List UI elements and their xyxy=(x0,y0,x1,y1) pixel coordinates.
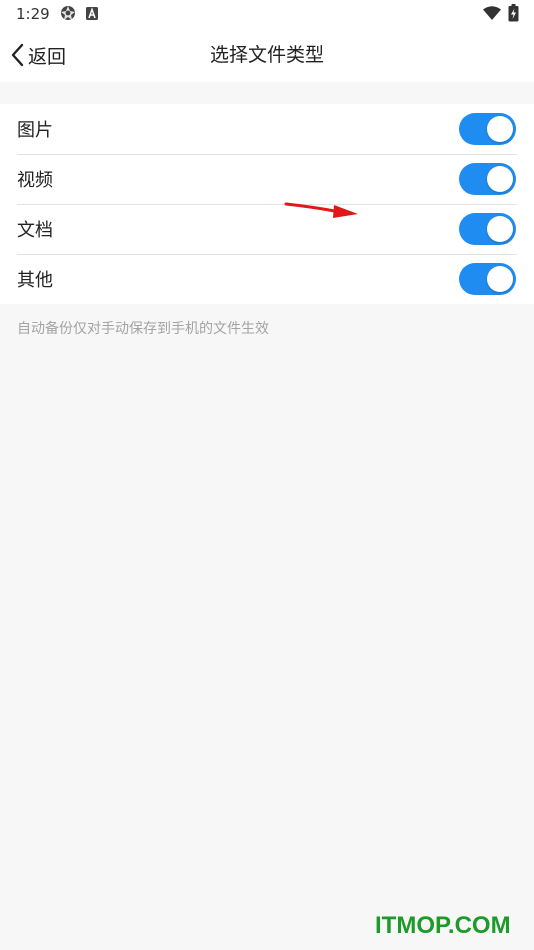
videos-toggle[interactable] xyxy=(459,163,516,195)
chevron-left-icon xyxy=(11,43,24,67)
setting-label: 图片 xyxy=(17,120,53,141)
setting-label: 文档 xyxy=(17,220,53,241)
back-label: 返回 xyxy=(28,45,67,68)
status-bar: 1:29 xyxy=(0,0,534,28)
wifi-icon xyxy=(483,6,501,20)
setting-row-documents: 文档 xyxy=(0,204,534,254)
annotation-arrow-icon xyxy=(284,202,358,218)
page-title: 选择文件类型 xyxy=(209,44,324,66)
toggle-knob xyxy=(487,266,513,292)
status-time: 1:29 xyxy=(16,5,50,23)
setting-label: 其他 xyxy=(17,270,53,291)
aperture-icon xyxy=(61,6,75,20)
images-toggle[interactable] xyxy=(459,113,516,145)
nav-bar: 返回 选择文件类型 xyxy=(0,28,534,82)
setting-row-videos: 视频 xyxy=(0,154,534,204)
font-a-icon xyxy=(86,7,98,20)
setting-row-images: 图片 xyxy=(0,104,534,154)
backup-hint: 自动备份仅对手动保存到手机的文件生效 xyxy=(17,321,269,337)
toggle-knob xyxy=(487,216,513,242)
battery-charging-icon xyxy=(508,4,519,22)
back-button[interactable]: 返回 xyxy=(10,40,66,70)
watermark: ITMOP.COM xyxy=(375,912,511,939)
documents-toggle[interactable] xyxy=(459,213,516,245)
setting-label: 视频 xyxy=(17,170,53,191)
setting-row-other: 其他 xyxy=(0,254,534,304)
toggle-knob xyxy=(487,166,513,192)
file-type-list: 图片 视频 文档 其他 xyxy=(0,104,534,304)
other-toggle[interactable] xyxy=(459,263,516,295)
toggle-knob xyxy=(487,116,513,142)
